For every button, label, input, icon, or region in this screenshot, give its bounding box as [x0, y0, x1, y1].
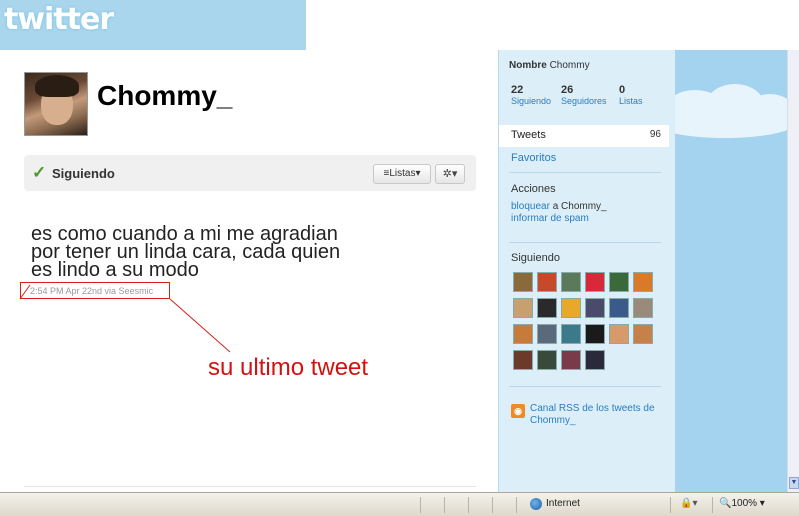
stat-value: 26	[561, 84, 574, 96]
name-label: Nombre	[509, 60, 547, 71]
divider	[509, 242, 661, 243]
following-avatar[interactable]	[585, 324, 605, 344]
divider	[509, 172, 661, 173]
stat-value: 0	[619, 84, 626, 96]
status-separator	[712, 497, 713, 513]
status-separator	[492, 497, 493, 513]
rss-feed-link[interactable]: Canal RSS de los tweets de Chommy_	[530, 403, 660, 427]
following-avatar[interactable]	[609, 298, 629, 318]
block-target: a Chommy_	[552, 201, 607, 212]
following-avatar[interactable]	[537, 350, 557, 370]
divider	[24, 486, 476, 487]
following-avatar[interactable]	[609, 324, 629, 344]
protected-mode-icon[interactable]: 🔒▾	[680, 498, 697, 509]
stat-label: Siguiendo	[511, 96, 552, 106]
stat-value: 22	[511, 84, 524, 96]
following-avatar[interactable]	[633, 324, 653, 344]
following-avatar[interactable]	[561, 324, 581, 344]
stat-followers[interactable]: 26 Seguidores	[561, 84, 607, 106]
block-link[interactable]: bloquear	[511, 201, 550, 212]
vertical-scrollbar[interactable]: ▼	[787, 50, 799, 492]
status-separator	[516, 497, 517, 513]
sidebar-item-tweets[interactable]: Tweets 96	[499, 125, 669, 147]
following-avatar[interactable]	[585, 298, 605, 318]
status-separator	[420, 497, 421, 513]
stat-label: Seguidores	[561, 96, 607, 106]
report-spam-link[interactable]: informar de spam	[511, 213, 589, 224]
status-separator	[444, 497, 445, 513]
following-avatar[interactable]	[513, 324, 533, 344]
globe-icon	[530, 498, 542, 510]
following-avatar[interactable]	[537, 298, 557, 318]
divider	[509, 386, 661, 387]
following-avatar[interactable]	[537, 324, 557, 344]
sidebar-item-favorites[interactable]: Favoritos	[511, 152, 556, 164]
status-separator	[468, 497, 469, 513]
annotation-text: su ultimo tweet	[208, 354, 369, 381]
zoom-level[interactable]: 🔍100% ▾	[719, 498, 765, 509]
tweets-label: Tweets	[511, 129, 546, 141]
following-avatar[interactable]	[513, 350, 533, 370]
following-avatar[interactable]	[585, 350, 605, 370]
scroll-down-arrow-icon[interactable]: ▼	[789, 477, 799, 489]
status-separator	[670, 497, 671, 513]
rss-icon[interactable]: ◉	[511, 404, 525, 418]
following-avatar[interactable]	[609, 272, 629, 292]
following-avatar[interactable]	[633, 272, 653, 292]
following-avatar[interactable]	[561, 272, 581, 292]
following-avatar[interactable]	[585, 272, 605, 292]
following-heading: Siguiendo	[511, 252, 560, 264]
following-avatar[interactable]	[513, 272, 533, 292]
following-avatar[interactable]	[537, 272, 557, 292]
browser-page: twitter Chommy_ ✓ Siguiendo ≡Listas▾ ✲▾ …	[0, 0, 799, 516]
name-value: Chommy	[549, 60, 590, 71]
following-avatar[interactable]	[561, 298, 581, 318]
profile-sidebar: Nombre Chommy 22 Siguiendo 26 Seguidores…	[498, 50, 675, 492]
stat-label: Listas	[619, 96, 643, 106]
browser-status-bar: Internet 🔒▾ 🔍100% ▾	[0, 492, 799, 516]
name-row: Nombre Chommy	[509, 60, 590, 71]
tweets-count: 96	[649, 129, 661, 140]
stat-lists[interactable]: 0 Listas	[619, 84, 643, 106]
annotation-lines	[19, 284, 231, 353]
security-zone[interactable]: Internet	[546, 498, 580, 509]
following-avatar[interactable]	[513, 298, 533, 318]
following-avatar[interactable]	[561, 350, 581, 370]
block-row: bloquear a Chommy_	[511, 201, 607, 212]
actions-heading: Acciones	[511, 183, 556, 195]
following-avatar[interactable]	[633, 298, 653, 318]
stat-following[interactable]: 22 Siguiendo	[511, 84, 551, 106]
